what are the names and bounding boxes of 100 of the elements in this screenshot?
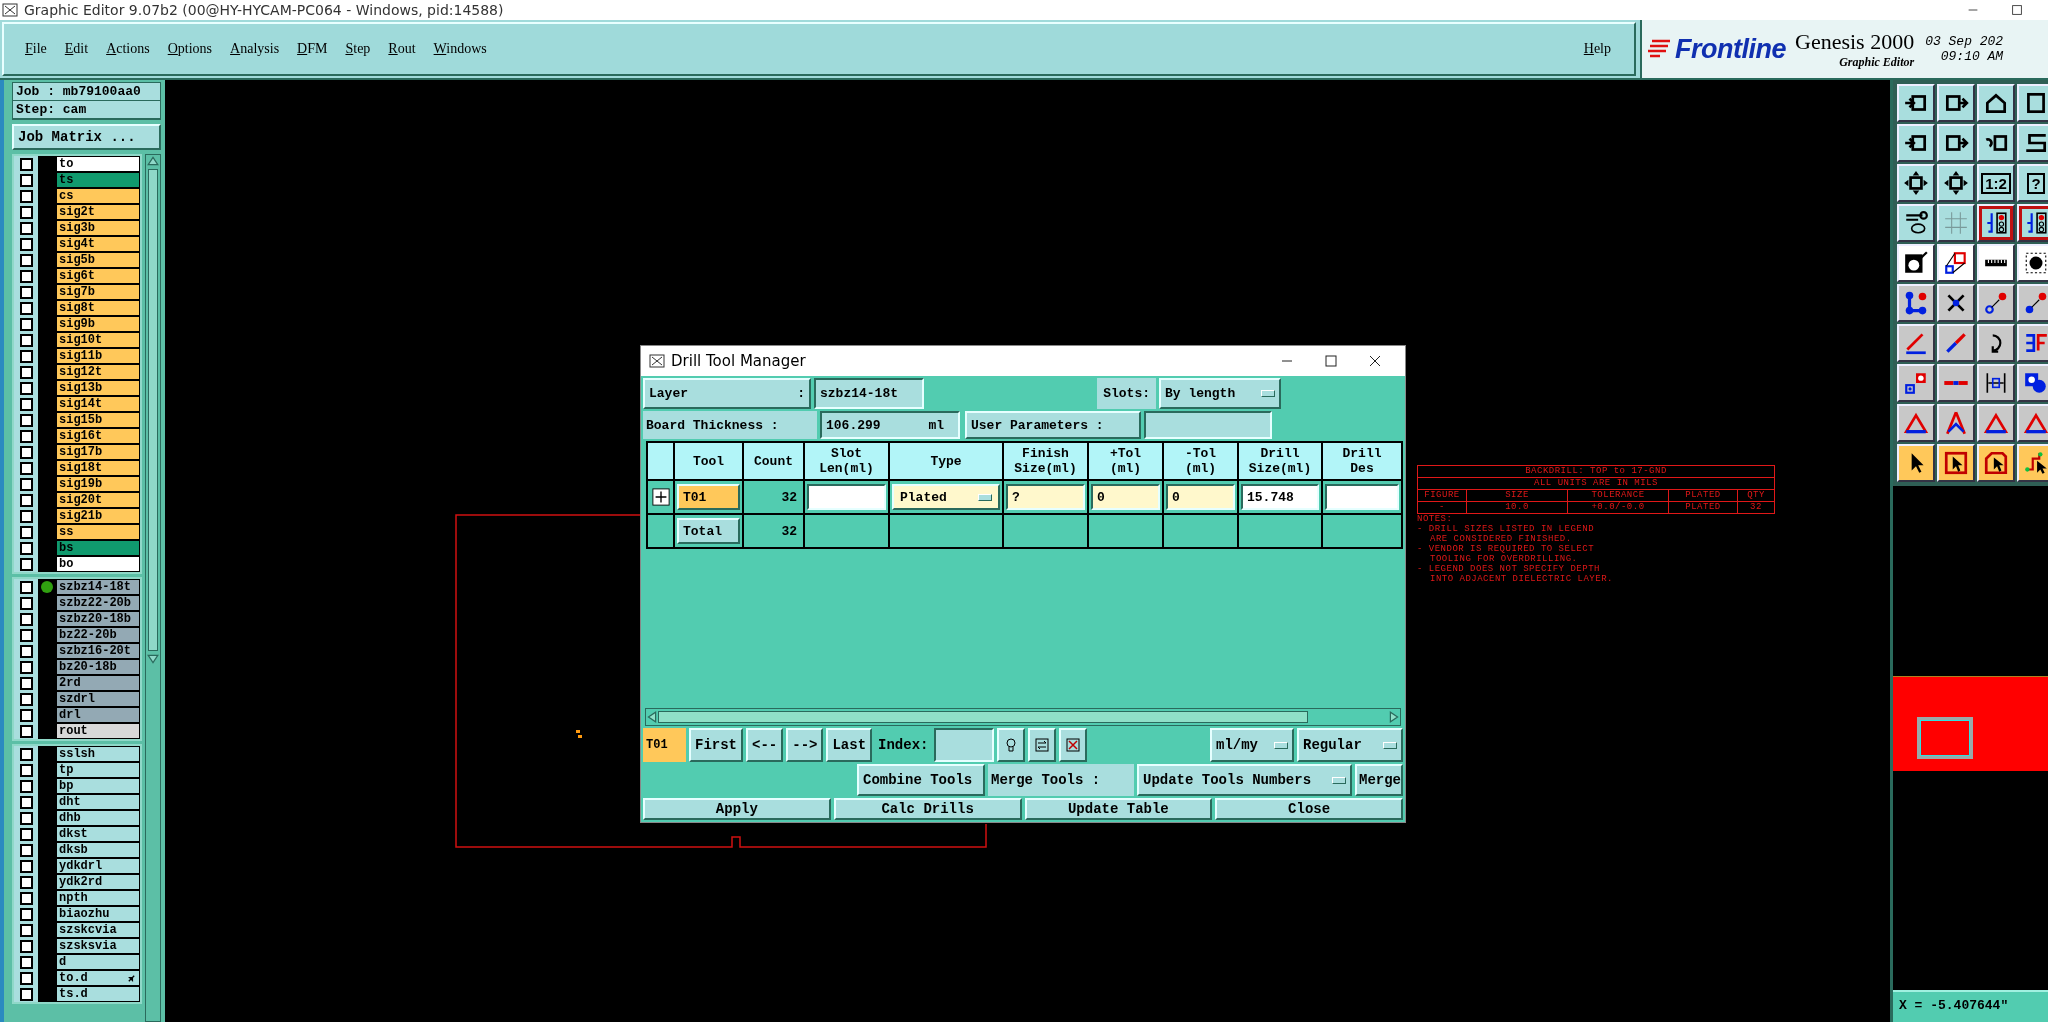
layer-name[interactable]: ts bbox=[56, 172, 140, 188]
layer-checkbox[interactable] bbox=[19, 612, 33, 626]
layer-checkbox[interactable] bbox=[19, 955, 33, 969]
scrollbar[interactable] bbox=[645, 708, 1401, 726]
layer-checkbox[interactable] bbox=[19, 397, 33, 411]
expand-icon[interactable] bbox=[651, 488, 670, 506]
tool-button[interactable] bbox=[1977, 364, 2015, 402]
tool-button[interactable] bbox=[1897, 124, 1935, 162]
combine-tools-button[interactable]: Combine Tools bbox=[857, 764, 985, 796]
layer-checkbox[interactable] bbox=[19, 907, 33, 921]
tool-button[interactable] bbox=[1897, 284, 1935, 322]
layer-checkbox[interactable] bbox=[19, 811, 33, 825]
layer-name[interactable]: szbz22-20b bbox=[56, 595, 140, 611]
layer-name[interactable]: sig5b bbox=[56, 252, 140, 268]
layer-name[interactable]: biaozhu bbox=[56, 906, 140, 922]
tool-button[interactable] bbox=[2017, 244, 2048, 282]
layer-checkbox[interactable] bbox=[19, 987, 33, 1001]
layer-name[interactable]: sig7b bbox=[56, 284, 140, 300]
tool-button[interactable] bbox=[1977, 244, 2015, 282]
icon-button[interactable] bbox=[997, 728, 1026, 762]
layer-checkbox[interactable] bbox=[19, 875, 33, 889]
layer-checkbox[interactable] bbox=[19, 493, 33, 507]
layer-checkbox[interactable] bbox=[19, 285, 33, 299]
layer-name[interactable]: ts.d bbox=[56, 986, 140, 1002]
menu-item[interactable]: Options bbox=[158, 39, 222, 59]
action-button[interactable]: Calc Drills bbox=[833, 798, 1022, 820]
layer-name[interactable]: rout bbox=[56, 723, 140, 739]
tool-button[interactable]: Total bbox=[677, 518, 740, 544]
layer-checkbox[interactable] bbox=[19, 221, 33, 235]
layer-checkbox[interactable] bbox=[19, 157, 33, 171]
layer-checkbox[interactable] bbox=[19, 301, 33, 315]
layer-checkbox[interactable] bbox=[19, 747, 33, 761]
layer-name[interactable]: szbz14-18t bbox=[56, 579, 140, 595]
layer-name[interactable]: 2rd bbox=[56, 675, 140, 691]
table-field[interactable]: 0 bbox=[1166, 484, 1235, 510]
layer-checkbox[interactable] bbox=[19, 413, 33, 427]
scroll-left-icon[interactable] bbox=[646, 711, 658, 723]
tool-button[interactable] bbox=[1977, 84, 2015, 122]
merge-button[interactable]: Merge bbox=[1355, 764, 1403, 796]
layer-name[interactable]: sig8t bbox=[56, 300, 140, 316]
tool-button[interactable] bbox=[1897, 84, 1935, 122]
layer-checkbox[interactable] bbox=[19, 333, 33, 347]
layer-checkbox[interactable] bbox=[19, 971, 33, 985]
icon-button[interactable] bbox=[1059, 728, 1088, 762]
layer-checkbox[interactable] bbox=[19, 843, 33, 857]
layer-checkbox[interactable] bbox=[19, 173, 33, 187]
table-field[interactable]: 15.748 bbox=[1241, 484, 1319, 510]
tool-button[interactable] bbox=[1937, 204, 1975, 242]
layer-checkbox[interactable] bbox=[19, 269, 33, 283]
tool-button[interactable] bbox=[2017, 404, 2048, 442]
action-button[interactable]: Apply bbox=[643, 798, 831, 820]
units-dropdown[interactable]: ml/my bbox=[1210, 728, 1294, 762]
layer-name[interactable]: bs bbox=[56, 540, 140, 556]
layer-name[interactable]: sig3b bbox=[56, 220, 140, 236]
layer-checkbox[interactable] bbox=[19, 317, 33, 331]
layer-checkbox[interactable] bbox=[19, 724, 33, 738]
layer-name[interactable]: sig11b bbox=[56, 348, 140, 364]
layer-checkbox[interactable] bbox=[19, 381, 33, 395]
layer-name[interactable]: dksb bbox=[56, 842, 140, 858]
layer-checkbox[interactable] bbox=[19, 349, 33, 363]
nav-button[interactable]: Last bbox=[826, 728, 873, 762]
close-icon[interactable] bbox=[1367, 353, 1383, 369]
mode-dropdown[interactable]: Regular bbox=[1297, 728, 1403, 762]
menu-item[interactable]: Help bbox=[1574, 39, 1620, 59]
layer-name[interactable]: drl bbox=[56, 707, 140, 723]
tool-button[interactable] bbox=[1897, 444, 1935, 482]
tool-button[interactable] bbox=[1897, 204, 1935, 242]
tool-button[interactable]: ? bbox=[2017, 164, 2048, 202]
layer-name[interactable]: szbz16-20t bbox=[56, 643, 140, 659]
menu-item[interactable]: Edit bbox=[55, 39, 98, 59]
tool-button[interactable] bbox=[1897, 364, 1935, 402]
layer-name[interactable]: sig15b bbox=[56, 412, 140, 428]
menu-item[interactable]: File bbox=[16, 39, 56, 59]
tool-button[interactable] bbox=[2017, 364, 2048, 402]
layer-checkbox[interactable] bbox=[19, 923, 33, 937]
tool-button[interactable] bbox=[2017, 204, 2048, 242]
tool-button[interactable] bbox=[2017, 124, 2048, 162]
tool-button[interactable]: T01 bbox=[677, 484, 740, 510]
layer-name[interactable]: ydkdrl bbox=[56, 858, 140, 874]
layer-name[interactable]: szdrl bbox=[56, 691, 140, 707]
tool-button[interactable] bbox=[1897, 244, 1935, 282]
tool-button[interactable] bbox=[1937, 364, 1975, 402]
layer-checkbox[interactable] bbox=[19, 205, 33, 219]
layer-checkbox[interactable] bbox=[19, 660, 33, 674]
table-field[interactable]: 0 bbox=[1091, 484, 1160, 510]
menu-item[interactable]: DFM bbox=[288, 39, 337, 59]
nav-button[interactable]: First bbox=[689, 728, 743, 762]
layer-checkbox[interactable] bbox=[19, 692, 33, 706]
layer-checkbox[interactable] bbox=[19, 763, 33, 777]
menu-item[interactable]: Windows bbox=[424, 39, 496, 59]
tool-button[interactable] bbox=[1937, 164, 1975, 202]
menu-item[interactable]: Actions bbox=[97, 39, 159, 59]
type-dropdown[interactable]: Plated bbox=[892, 484, 1000, 510]
table-field[interactable]: ? bbox=[1006, 484, 1085, 510]
layer-field[interactable]: szbz14-18t bbox=[814, 378, 924, 409]
layer-name[interactable]: szskcvia bbox=[56, 922, 140, 938]
job-matrix-button[interactable]: Job Matrix ... bbox=[12, 124, 161, 150]
maximize-icon[interactable] bbox=[2010, 3, 2024, 17]
menu-item[interactable]: Rout bbox=[379, 39, 425, 59]
layer-checkbox[interactable] bbox=[19, 445, 33, 459]
